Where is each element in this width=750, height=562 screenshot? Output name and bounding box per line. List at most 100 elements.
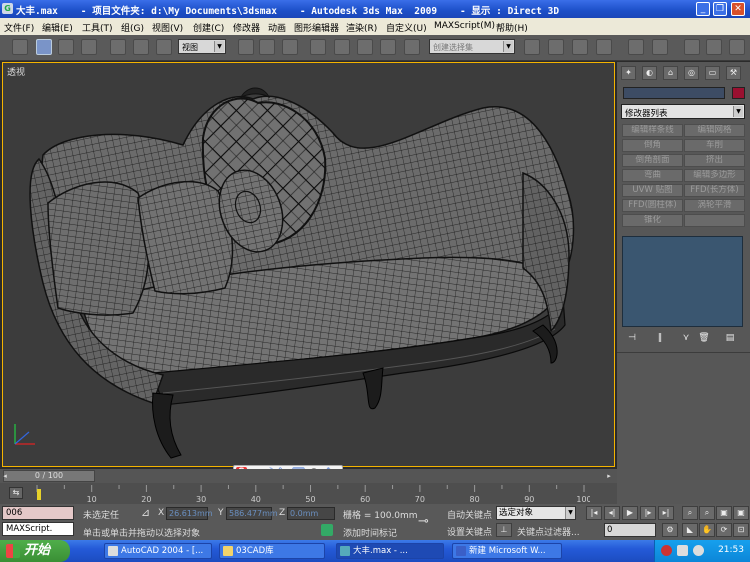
show-end-result-icon[interactable]: ‖ bbox=[653, 332, 667, 344]
mirror-icon[interactable] bbox=[524, 39, 540, 55]
motion-icon[interactable]: ◎ bbox=[684, 66, 699, 80]
modifier-button[interactable]: 锥化 bbox=[622, 214, 683, 227]
curve-editor-icon[interactable] bbox=[596, 39, 612, 55]
remove-modifier-icon[interactable]: 🗑 bbox=[697, 332, 711, 344]
time-slider[interactable]: 0 / 100 ◂ ▸ bbox=[0, 469, 617, 483]
display-icon[interactable]: ▭ bbox=[705, 66, 720, 80]
current-frame-spinner[interactable]: 0 bbox=[604, 523, 656, 537]
next-frame-icon[interactable]: ▸ bbox=[604, 470, 614, 482]
layer-manager-icon[interactable] bbox=[572, 39, 588, 55]
maxscript-listener-bottom[interactable]: MAXScript. bbox=[2, 522, 74, 536]
render-setup-icon[interactable] bbox=[684, 39, 700, 55]
align-icon[interactable] bbox=[548, 39, 564, 55]
modifier-button[interactable]: UVW 贴图 bbox=[622, 184, 683, 197]
taskbar-item-autocad[interactable]: AutoCAD 2004 - [... bbox=[104, 543, 212, 559]
undo-icon[interactable] bbox=[12, 39, 28, 55]
goto-start-icon[interactable]: |◂ bbox=[586, 506, 602, 520]
select-move-icon[interactable] bbox=[110, 39, 126, 55]
menu-file[interactable]: 文件(F) bbox=[4, 21, 34, 34]
set-keys-icon[interactable]: ⊥ bbox=[496, 523, 512, 537]
taskbar-item-folder[interactable]: 03CAD库 bbox=[219, 543, 325, 559]
quick-render-icon[interactable] bbox=[729, 39, 745, 55]
goto-end-icon[interactable]: ▸| bbox=[658, 506, 674, 520]
network-icon[interactable] bbox=[677, 545, 688, 556]
menu-animation[interactable]: 动画 bbox=[268, 21, 286, 34]
modifier-button[interactable]: 涡轮平滑 bbox=[684, 199, 745, 212]
x-coordinate-field[interactable]: 26.613mm bbox=[166, 507, 213, 520]
select-scale-icon[interactable] bbox=[156, 39, 172, 55]
auto-key-button[interactable]: 自动关键点 bbox=[447, 508, 492, 521]
object-color-swatch[interactable] bbox=[732, 87, 745, 99]
configure-sets-icon[interactable]: ▤ bbox=[723, 332, 737, 344]
material-editor-icon[interactable] bbox=[652, 39, 668, 55]
menu-customize[interactable]: 自定义(U) bbox=[386, 21, 427, 34]
modifier-button[interactable]: 倒角 bbox=[622, 139, 683, 152]
edit-named-selection-icon[interactable] bbox=[404, 39, 420, 55]
menu-edit[interactable]: 编辑(E) bbox=[42, 21, 73, 34]
previous-frame-icon[interactable]: ◂| bbox=[604, 506, 620, 520]
tray-app-icon[interactable] bbox=[661, 545, 672, 556]
add-time-tag[interactable]: 添加时间标记 bbox=[343, 526, 397, 539]
next-key-icon[interactable]: |▸ bbox=[640, 506, 656, 520]
hierarchy-icon[interactable]: ⌂ bbox=[663, 66, 678, 80]
modifier-stack-view[interactable] bbox=[622, 236, 743, 327]
modifier-button[interactable] bbox=[684, 214, 745, 227]
schematic-view-icon[interactable] bbox=[628, 39, 644, 55]
select-rotate-icon[interactable] bbox=[133, 39, 149, 55]
lock-selection-icon[interactable]: ⊿ bbox=[141, 506, 150, 519]
menu-graph-editors[interactable]: 图形编辑器 bbox=[294, 21, 339, 34]
pan-view-icon[interactable]: ✋ bbox=[699, 523, 715, 537]
maxscript-listener-top[interactable]: 006 bbox=[2, 506, 74, 520]
open-mini-curve-editor-icon[interactable]: ⇆ bbox=[9, 487, 23, 499]
spinner-snap-icon[interactable] bbox=[380, 39, 396, 55]
named-selection-set-dropdown[interactable]: 创建选择集 ▼ bbox=[429, 39, 515, 54]
close-icon[interactable]: ✕ bbox=[731, 2, 745, 16]
menu-modifiers[interactable]: 修改器 bbox=[233, 21, 260, 34]
minimize-icon[interactable]: _ bbox=[696, 2, 710, 16]
set-key-label[interactable]: 设置关键点 bbox=[447, 525, 492, 538]
reference-coordinate-dropdown[interactable]: 视图 ▼ bbox=[178, 39, 226, 54]
modifier-button[interactable]: 挤出 bbox=[684, 154, 745, 167]
app-icon[interactable]: G bbox=[2, 3, 13, 14]
zoom-extents-all-icon[interactable]: ▣ bbox=[733, 506, 749, 520]
modifier-button[interactable]: 弯曲 bbox=[622, 169, 683, 182]
time-configuration-icon[interactable]: ⚙ bbox=[662, 523, 678, 537]
rendered-frame-window-icon[interactable] bbox=[706, 39, 722, 55]
track-bar[interactable]: 10 20 30 40 50 60 70 80 90 100 bbox=[0, 483, 617, 504]
perspective-viewport[interactable]: 透视 bbox=[2, 62, 615, 467]
key-mode-dropdown[interactable]: 选定对象 ▼ bbox=[496, 506, 576, 520]
modifier-button[interactable]: 编辑多边形 bbox=[684, 169, 745, 182]
taskbar-item-3dsmax[interactable]: 大丰.max - ... bbox=[336, 543, 444, 559]
angle-snap-icon[interactable] bbox=[334, 39, 350, 55]
modifier-list-dropdown[interactable]: 修改器列表 ▼ bbox=[621, 104, 745, 119]
modifier-button[interactable]: 倒角剖面 bbox=[622, 154, 683, 167]
make-unique-icon[interactable]: ⋎ bbox=[679, 332, 693, 344]
modifier-button[interactable]: 编辑网格 bbox=[684, 124, 745, 137]
select-manipulate-icon[interactable] bbox=[259, 39, 275, 55]
modifier-button[interactable]: FFD(长方体) bbox=[684, 184, 745, 197]
zoom-extents-icon[interactable]: ▣ bbox=[716, 506, 732, 520]
selection-region-icon[interactable] bbox=[81, 39, 97, 55]
volume-icon[interactable] bbox=[693, 545, 704, 556]
menu-tools[interactable]: 工具(T) bbox=[82, 21, 113, 34]
object-name-field[interactable] bbox=[623, 87, 725, 99]
taskbar-item-word[interactable]: 新建 Microsoft W... bbox=[452, 543, 562, 559]
zoom-icon[interactable]: ⌕ bbox=[682, 506, 698, 520]
menu-rendering[interactable]: 渲染(R) bbox=[346, 21, 377, 34]
key-icon[interactable]: ⊸ bbox=[418, 514, 429, 529]
select-by-name-icon[interactable] bbox=[58, 39, 74, 55]
prev-frame-icon[interactable]: ◂ bbox=[0, 470, 10, 482]
select-object-icon[interactable] bbox=[36, 39, 52, 55]
current-frame-marker[interactable] bbox=[37, 489, 41, 500]
field-of-view-icon[interactable]: ◣ bbox=[682, 523, 698, 537]
time-slider-thumb[interactable]: 0 / 100 bbox=[3, 470, 95, 482]
zoom-all-icon[interactable]: ⌕ bbox=[699, 506, 715, 520]
modifier-button[interactable]: 编辑样条线 bbox=[622, 124, 683, 137]
y-coordinate-field[interactable]: 586.477mm bbox=[226, 507, 278, 520]
pin-stack-icon[interactable]: ⊣ bbox=[625, 332, 639, 344]
restore-icon[interactable]: ❐ bbox=[713, 2, 727, 16]
arc-rotate-icon[interactable]: ⟳ bbox=[716, 523, 732, 537]
menu-maxscript[interactable]: MAXScript(M) bbox=[434, 21, 495, 31]
modifier-button[interactable]: 车削 bbox=[684, 139, 745, 152]
maximize-viewport-icon[interactable]: ⊡ bbox=[733, 523, 749, 537]
